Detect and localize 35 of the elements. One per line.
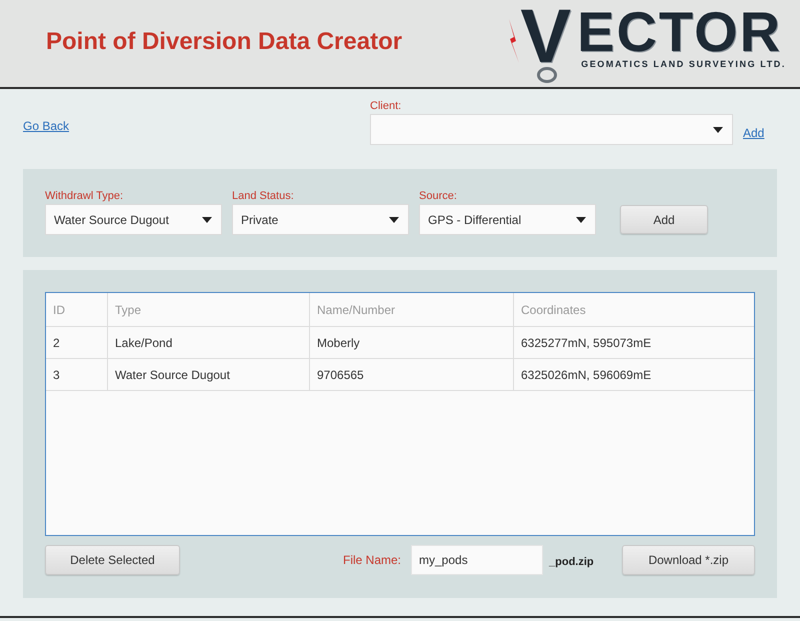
file-name-field[interactable]: my_pods xyxy=(411,545,544,575)
table-cell: Moberly xyxy=(310,327,514,358)
go-back-link[interactable]: Go Back xyxy=(23,119,70,133)
dropdown[interactable] xyxy=(370,114,733,145)
logo-tagline: GEOMATICS LAND SURVEYING LTD. xyxy=(581,58,786,70)
dropdown[interactable]: GPS - Differential xyxy=(419,204,596,235)
table-cell: 2 xyxy=(46,327,108,358)
field-label: Client: xyxy=(370,99,402,113)
table-cell: Water Source Dugout xyxy=(108,359,310,390)
dropdown[interactable]: Water Source Dugout xyxy=(45,204,222,235)
field-label: Withdrawl Type: xyxy=(45,189,124,203)
download-button[interactable]: Download *.zip xyxy=(622,545,755,575)
table-cell-text: 6325026mN, 596069mE xyxy=(520,366,652,384)
field-label: Land Status: xyxy=(232,189,295,203)
delete-selected-button[interactable]: Delete Selected xyxy=(45,545,180,575)
table-cell: 9706565 xyxy=(310,359,514,390)
logo-wordmark: ECTOR xyxy=(577,8,782,54)
add-button[interactable]: Add xyxy=(620,205,708,234)
field-label: File Name: xyxy=(343,552,402,569)
logo-mark: V xyxy=(520,4,572,68)
field-label: Source: xyxy=(419,189,458,203)
table-cell-text: 6325277mN, 595073mE xyxy=(520,334,652,352)
page-title: Point of Diversion Data Creator xyxy=(46,26,402,56)
file-suffix: _pod.zip xyxy=(549,554,594,570)
table-cell: 3 xyxy=(46,359,108,390)
add-link[interactable]: Add xyxy=(743,124,764,142)
caret-icon xyxy=(576,216,586,222)
caret-icon xyxy=(713,126,723,132)
caret-icon xyxy=(202,216,212,222)
caret-icon xyxy=(389,216,399,222)
table-row[interactable]: 2 Lake/Pond Moberly 6325277mN, 595073mE xyxy=(46,327,754,359)
table-cell: Lake/Pond xyxy=(108,327,310,358)
dropdown[interactable]: Private xyxy=(232,204,409,235)
ring-icon xyxy=(536,66,557,82)
table-row[interactable]: 3 Water Source Dugout 9706565 6325026mN, 596069mE xyxy=(46,359,754,391)
